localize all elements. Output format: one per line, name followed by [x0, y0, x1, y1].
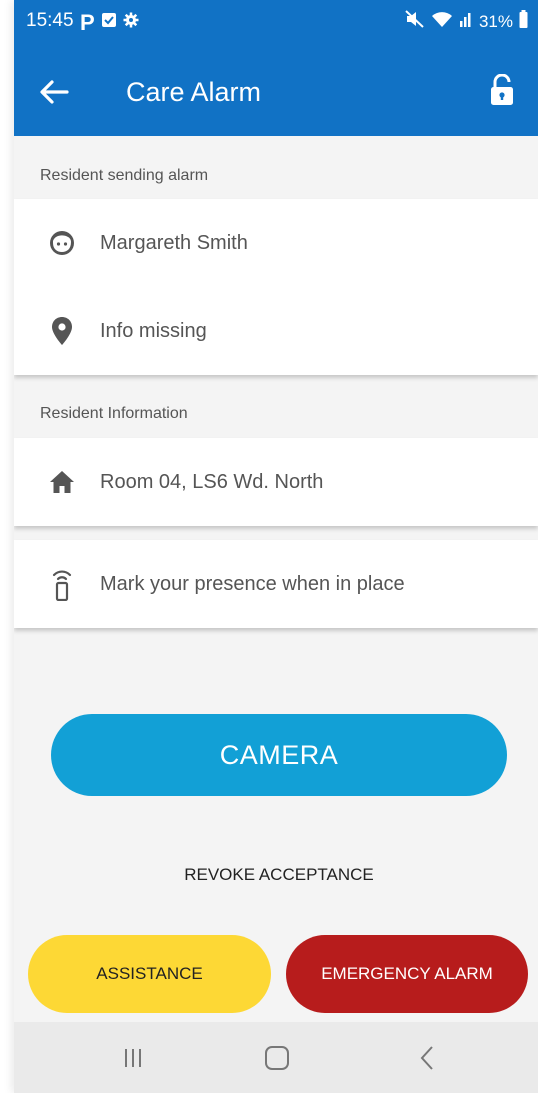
signal-icon [459, 11, 473, 32]
section-header-sending: Resident sending alarm [40, 167, 209, 184]
location-row[interactable]: Info missing [14, 287, 538, 375]
section-header-info: Resident Information [40, 405, 188, 422]
phone-screen: 15:45 P 31% Care Alarm Resident sending … [14, 0, 538, 1093]
camera-button[interactable]: CAMERA [51, 714, 507, 796]
room-card: Room 04, LS6 Wd. North [14, 438, 538, 526]
resident-name-row[interactable]: Margareth Smith [14, 199, 538, 287]
mute-icon [405, 10, 425, 33]
app-bar: Care Alarm [14, 44, 538, 136]
location-pin-icon [48, 315, 76, 347]
settings-gear-icon [123, 12, 139, 33]
notification-p-icon: P [80, 9, 95, 35]
wifi-icon [431, 10, 453, 33]
presence-card: Mark your presence when in place [14, 540, 538, 628]
revoke-acceptance-button[interactable]: REVOKE ACCEPTANCE [144, 860, 414, 890]
recent-apps-icon[interactable] [108, 1042, 158, 1074]
face-icon [48, 227, 76, 259]
presence-text: Mark your presence when in place [100, 572, 405, 595]
presence-row[interactable]: Mark your presence when in place [14, 540, 538, 628]
home-button-icon[interactable] [252, 1042, 302, 1074]
resident-card: Margareth Smith Info missing [14, 199, 538, 375]
emergency-alarm-button[interactable]: EMERGENCY ALARM [286, 935, 528, 1013]
home-icon [48, 466, 76, 498]
status-bar: 15:45 P 31% [14, 0, 538, 44]
system-nav-bar [14, 1022, 538, 1093]
unlocked-padlock-icon[interactable] [484, 70, 520, 110]
checkbox-icon [101, 12, 117, 33]
status-time: 15:45 [26, 10, 74, 31]
remote-signal-icon [48, 568, 76, 601]
assistance-button[interactable]: ASSISTANCE [28, 935, 271, 1013]
app-title: Care Alarm [126, 77, 262, 107]
room-text: Room 04, LS6 Wd. North [100, 470, 324, 493]
battery-percent: 31% [478, 11, 513, 31]
location-text: Info missing [100, 319, 207, 342]
battery-icon [519, 10, 528, 33]
back-arrow-icon[interactable] [36, 74, 72, 110]
room-row[interactable]: Room 04, LS6 Wd. North [14, 438, 538, 526]
back-nav-icon[interactable] [402, 1042, 452, 1074]
resident-name: Margareth Smith [100, 231, 248, 254]
